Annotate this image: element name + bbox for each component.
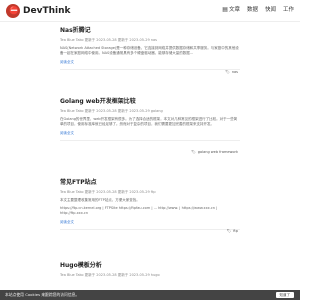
post-title[interactable]: Hugo模板分析 bbox=[60, 261, 240, 270]
logo-icon[interactable]: ⛔ bbox=[6, 4, 20, 18]
post-links: https://ftp.cn.kernel.org | FTPSite http… bbox=[60, 206, 218, 215]
post-title[interactable]: Golang web开发框架比较 bbox=[60, 97, 240, 106]
post-tag[interactable]: 🏷 golang web framework bbox=[191, 150, 238, 155]
read-more-link[interactable]: 阅读全文 bbox=[60, 60, 240, 65]
read-more-link[interactable]: 阅读全文 bbox=[60, 131, 240, 136]
post-excerpt: 在Golang的世界里，web开发框架有很多。为了选择合适的框架，本文对几种常见… bbox=[60, 117, 238, 126]
nav-item-work[interactable]: 工作 bbox=[283, 6, 294, 14]
top-nav: ▤ 文章 数据 快闻 工作 bbox=[222, 6, 294, 14]
divider bbox=[60, 140, 240, 141]
post-meta: Tea Blue Tako 更新于 2023-05-28 更新于 2023-05… bbox=[60, 190, 156, 194]
post-excerpt: 本文主要整理收集常用的FTP站点，方便大家查找。 bbox=[60, 198, 140, 202]
post-excerpt: NAS(Network Attached Storage)是一种存储设备，它连接… bbox=[60, 46, 239, 55]
site-brand[interactable]: DevThink bbox=[23, 5, 70, 17]
divider bbox=[60, 229, 240, 230]
post-card: Hugo模板分析 Tea Blue Tako 更新于 2023-05-28 更新… bbox=[60, 261, 240, 278]
post-meta: Tea Blue Tako 更新于 2023-05-28 更新于 2023-05… bbox=[60, 273, 160, 277]
tag-icon: 🏷 bbox=[226, 229, 232, 233]
post-tag[interactable]: 🏷 nas bbox=[225, 70, 238, 75]
tag-icon: 🏷 bbox=[191, 150, 196, 154]
post-meta: Tea Blue Tako 更新于 2023-05-28 更新于 2023-05… bbox=[60, 109, 163, 113]
post-title[interactable]: Nas折腾记 bbox=[60, 26, 240, 35]
tag-icon: 🏷 bbox=[225, 70, 230, 74]
cookie-accept-button[interactable]: 知道了 bbox=[275, 292, 294, 298]
cookie-banner: 本站点使用 Cookies 来跟踪您的访问信息。 知道了 bbox=[0, 290, 300, 300]
divider bbox=[60, 69, 240, 70]
post-card: 常见FTP站点 Tea Blue Tako 更新于 2023-05-28 更新于… bbox=[60, 178, 240, 233]
read-more-link[interactable]: 阅读全文 bbox=[60, 220, 240, 225]
post-tag[interactable]: 🏷 ftp bbox=[227, 229, 238, 234]
nav-item-data[interactable]: 数据 bbox=[247, 6, 258, 14]
cookie-text: 本站点使用 Cookies 来跟踪您的访问信息。 bbox=[5, 292, 80, 297]
post-card: Nas折腾记 Tea Blue Tako 更新于 2023-05-28 更新于 … bbox=[60, 26, 240, 74]
document-icon: ▤ bbox=[222, 6, 228, 13]
post-title[interactable]: 常见FTP站点 bbox=[60, 178, 240, 187]
nav-item-news[interactable]: 快闻 bbox=[265, 6, 276, 14]
site-header: ⛔ DevThink ▤ 文章 数据 快闻 工作 bbox=[0, 0, 300, 22]
post-card: Golang web开发框架比较 Tea Blue Tako 更新于 2023-… bbox=[60, 97, 240, 154]
post-meta: Tea Blue Tako 更新于 2023-05-28 更新于 2023-05… bbox=[60, 38, 157, 42]
nav-item-articles[interactable]: ▤ 文章 bbox=[222, 6, 240, 14]
